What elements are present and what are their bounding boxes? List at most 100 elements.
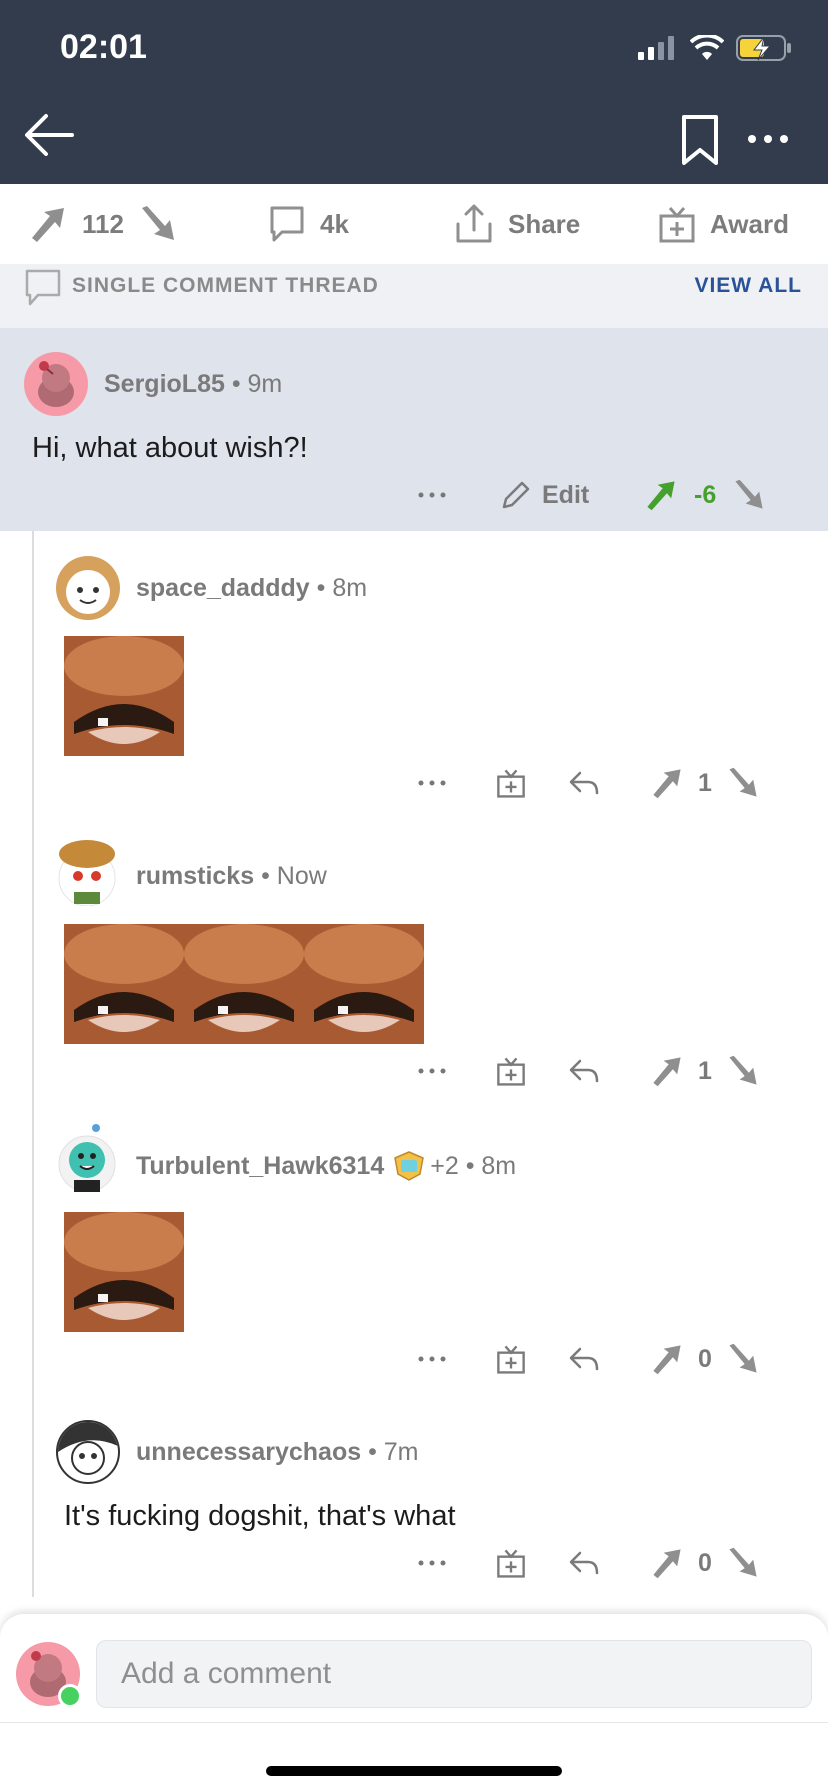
share-label: Share (508, 208, 581, 239)
comment-body: It's fucking dogshit, that's what (64, 1500, 456, 1532)
reply-button[interactable] (568, 1046, 600, 1096)
comment-body: Hi, what about wish?! (32, 432, 308, 464)
comment-actions: 1 (0, 758, 828, 808)
comment-author[interactable]: space_dadddy • 8m (136, 574, 367, 603)
comment-time: 8m (332, 574, 368, 602)
comment-author[interactable]: SergioL85 • 9m (104, 370, 282, 399)
more-icon (418, 1560, 446, 1566)
laughing-face-image (64, 636, 184, 756)
upvote-icon[interactable] (28, 204, 68, 244)
gift-icon (497, 1345, 525, 1374)
laughing-face-image (184, 924, 304, 1044)
username[interactable]: rumsticks (136, 862, 254, 890)
username[interactable]: SergioL85 (104, 370, 225, 398)
downvote-icon[interactable] (726, 1546, 760, 1580)
gift-icon (497, 1549, 525, 1578)
downvote-icon[interactable] (726, 1054, 760, 1088)
more-button[interactable] (418, 1334, 446, 1384)
edit-button[interactable]: Edit (500, 470, 589, 520)
battery-charging-icon (736, 35, 791, 61)
comment-vote-group: 0 (650, 1538, 760, 1588)
reply-button[interactable] (568, 758, 600, 808)
share-button[interactable]: Share (454, 184, 580, 264)
username[interactable]: space_dadddy (136, 574, 310, 602)
comment-time: 8m (481, 1151, 517, 1180)
meme-image[interactable] (184, 924, 304, 1044)
comment-time: 9m (247, 370, 283, 398)
reply-icon (569, 1347, 599, 1371)
edit-label: Edit (542, 480, 590, 509)
username[interactable]: Turbulent_Hawk6314 (136, 1152, 384, 1181)
bookmark-icon[interactable] (680, 114, 720, 166)
more-button[interactable] (418, 1538, 446, 1588)
meme-image[interactable] (64, 924, 184, 1044)
comment-author[interactable]: Turbulent_Hawk6314 +2 • 8m (136, 1150, 516, 1182)
comment-vote-group: 0 (650, 1334, 760, 1384)
downvote-icon[interactable] (726, 1342, 760, 1376)
more-button[interactable] (418, 1046, 446, 1096)
reply-button[interactable] (568, 1334, 600, 1384)
more-button[interactable] (418, 758, 446, 808)
vote-score: 1 (698, 1056, 712, 1085)
downvote-icon[interactable] (138, 204, 178, 244)
pencil-icon (502, 481, 530, 509)
more-button[interactable] (418, 470, 446, 520)
award-button[interactable] (496, 1538, 526, 1588)
avatar[interactable] (56, 1420, 120, 1484)
downvote-icon[interactable] (732, 478, 766, 512)
app-header: 02:01 (0, 0, 828, 184)
snoo-avatar-icon (58, 1422, 118, 1475)
award-button[interactable] (496, 758, 526, 808)
share-icon (456, 204, 492, 243)
reply-icon (569, 1059, 599, 1083)
comment-author[interactable]: unnecessarychaos • 7m (136, 1438, 419, 1467)
home-indicator[interactable] (266, 1766, 562, 1776)
upvote-icon[interactable] (650, 1546, 684, 1580)
avatar[interactable] (54, 836, 120, 907)
more-options-icon[interactable] (744, 124, 792, 154)
award-button[interactable] (496, 1334, 526, 1384)
back-arrow-icon[interactable] (22, 108, 76, 162)
upvote-icon[interactable] (650, 1342, 684, 1376)
gift-icon (497, 769, 525, 798)
more-icon (418, 780, 446, 786)
separator-dot: • (309, 574, 333, 602)
laughing-face-image (304, 924, 424, 1044)
comments-button[interactable]: 4k (268, 184, 349, 264)
vote-score: -6 (694, 480, 717, 509)
avatar[interactable] (24, 352, 88, 416)
meme-image[interactable] (64, 636, 184, 756)
avatar[interactable] (56, 556, 120, 620)
separator-dot: • (361, 1438, 384, 1466)
laughing-face-image (64, 924, 184, 1044)
award-button[interactable]: Award (658, 184, 789, 264)
view-all-link[interactable]: VIEW ALL (694, 274, 802, 298)
upvote-icon[interactable] (650, 766, 684, 800)
upvote-icon[interactable] (650, 1054, 684, 1088)
award-button[interactable] (496, 1046, 526, 1096)
meme-image[interactable] (304, 924, 424, 1044)
reply-icon (569, 771, 599, 795)
comment-vote-group: -6 (644, 470, 766, 520)
online-status-dot (58, 1684, 82, 1708)
post-vote-group: 112 (28, 184, 178, 264)
comment-author[interactable]: rumsticks • Now (136, 862, 327, 891)
reply-button[interactable] (568, 1538, 600, 1588)
comment-composer: Add a comment (0, 1614, 828, 1792)
upvote-icon[interactable] (644, 478, 678, 512)
downvote-icon[interactable] (726, 766, 760, 800)
add-comment-input[interactable]: Add a comment (96, 1640, 812, 1708)
comment-vote-group: 1 (650, 1046, 760, 1096)
award-badge-icon (394, 1151, 425, 1181)
award-count: +2 (430, 1151, 459, 1180)
post-action-bar: 112 4k Share Award (0, 184, 828, 264)
avatar[interactable] (54, 1120, 120, 1193)
signal-icon (638, 36, 674, 60)
username[interactable]: unnecessarychaos (136, 1438, 361, 1466)
snoo-avatar-icon (58, 840, 116, 907)
comment-count: 4k (320, 208, 349, 239)
comment-actions: 0 (0, 1538, 828, 1588)
meme-image[interactable] (64, 1212, 184, 1332)
thread-label: SINGLE COMMENT THREAD (72, 274, 379, 297)
status-time: 02:01 (60, 28, 147, 66)
